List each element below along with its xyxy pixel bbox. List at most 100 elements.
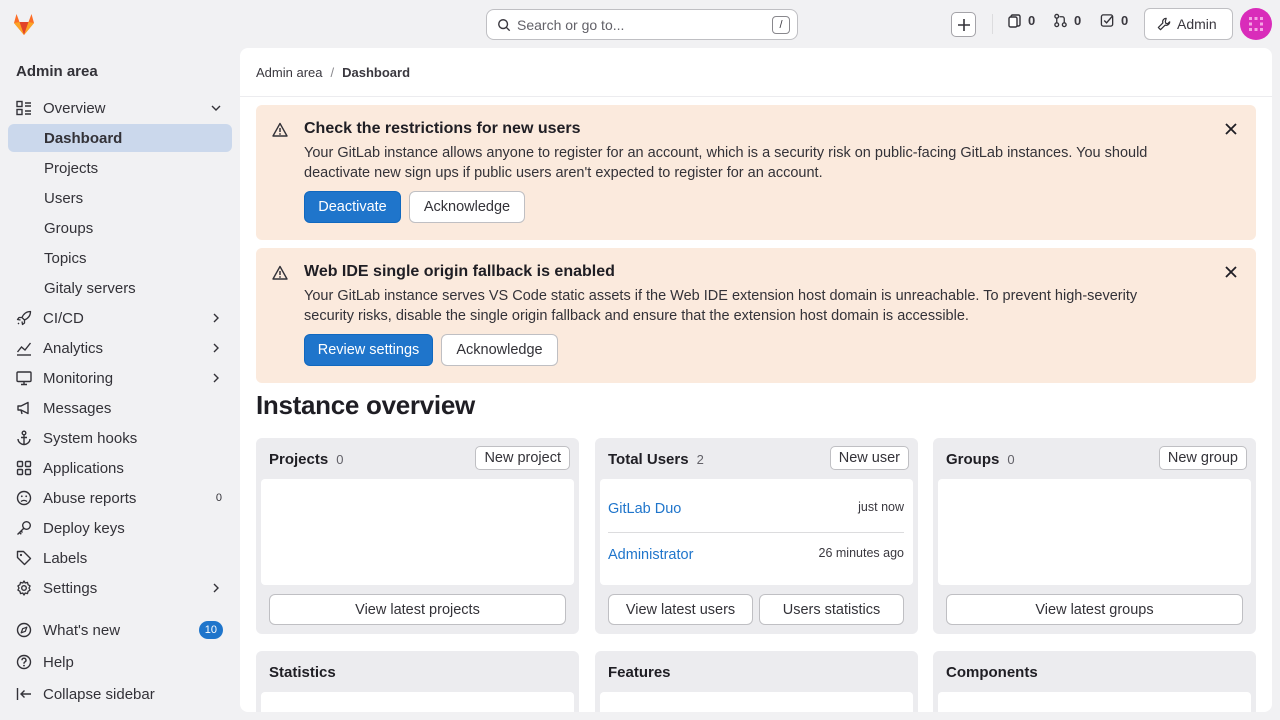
sidebar-item-whats-new[interactable]: What's new 10	[8, 616, 232, 644]
chart-icon	[16, 342, 32, 356]
sidebar-item-help[interactable]: Help	[8, 648, 232, 676]
sidebar-item-users[interactable]: Users	[8, 184, 232, 212]
new-project-button[interactable]: New project	[475, 446, 570, 470]
warning-icon	[272, 265, 288, 280]
user-timestamp: just now	[858, 500, 904, 514]
sidebar-item-label: Messages	[43, 399, 112, 417]
sidebar-item-analytics[interactable]: Analytics	[8, 334, 232, 362]
issues-icon	[1008, 13, 1021, 28]
acknowledge-button[interactable]: Acknowledge	[409, 191, 525, 223]
gitlab-logo-icon[interactable]	[10, 10, 38, 38]
view-latest-users-button[interactable]: View latest users	[608, 594, 753, 625]
create-new-button[interactable]	[951, 12, 976, 37]
sidebar-item-projects[interactable]: Projects	[8, 154, 232, 182]
overview-icon	[16, 100, 31, 116]
todos-counter[interactable]: 0	[1100, 13, 1128, 28]
sidebar-item-label: Monitoring	[43, 369, 114, 387]
admin-button-label: Admin	[1177, 16, 1217, 32]
sidebar-item-label: Help	[43, 653, 74, 671]
sidebar-item-messages[interactable]: Messages	[8, 394, 232, 422]
top-bar: Search or go to... / 0 0 0 Admin	[0, 0, 1280, 48]
sidebar-item-label: Topics	[44, 249, 87, 267]
sidebar-item-label: Analytics	[43, 339, 104, 357]
card-content	[261, 692, 574, 712]
projects-card: Projects 0 New project View latest proje…	[256, 438, 579, 634]
user-avatar[interactable]	[1240, 8, 1272, 40]
chevron-right-icon	[213, 343, 219, 353]
user-name-link[interactable]: GitLab Duo	[608, 501, 681, 517]
wrench-icon	[1157, 17, 1171, 31]
review-settings-button[interactable]: Review settings	[304, 334, 433, 366]
search-input[interactable]: Search or go to... /	[486, 9, 798, 40]
view-latest-groups-button[interactable]: View latest groups	[946, 594, 1243, 625]
merge-request-icon	[1054, 13, 1067, 28]
issues-count: 0	[1028, 13, 1036, 28]
list-item: Administrator 26 minutes ago	[608, 533, 904, 579]
card-content	[938, 692, 1251, 712]
alert-title: Web IDE single origin fallback is enable…	[304, 263, 615, 280]
list-item: GitLab Duo just now	[608, 487, 904, 533]
sidebar-item-deploy-keys[interactable]: Deploy keys	[8, 514, 232, 542]
sidebar-item-groups[interactable]: Groups	[8, 214, 232, 242]
view-latest-projects-button[interactable]: View latest projects	[269, 594, 566, 625]
users-card: Total Users 2 New user GitLab Duo just n…	[595, 438, 918, 634]
breadcrumb-current[interactable]: Dashboard	[342, 65, 410, 80]
merge-requests-counter[interactable]: 0	[1053, 13, 1081, 28]
new-group-button[interactable]: New group	[1158, 446, 1247, 470]
chevron-right-icon	[213, 313, 219, 323]
sidebar-item-label: Collapse sidebar	[43, 685, 155, 703]
new-users-restriction-alert: Check the restrictions for new users You…	[256, 105, 1256, 240]
issues-counter[interactable]: 0	[1008, 13, 1035, 28]
sidebar: Admin area Overview Dashboard Projects U…	[0, 48, 240, 720]
alert-body: Your GitLab instance serves VS Code stat…	[304, 286, 1184, 326]
new-user-button[interactable]: New user	[829, 446, 909, 470]
merge-requests-count: 0	[1074, 13, 1082, 28]
search-shortcut-key: /	[772, 16, 790, 34]
divider	[992, 14, 993, 34]
card-count: 0	[336, 452, 344, 467]
key-icon	[17, 521, 31, 535]
sidebar-item-collapse[interactable]: Collapse sidebar	[8, 680, 232, 708]
card-title: Statistics	[269, 664, 336, 681]
monitor-icon	[16, 371, 32, 386]
label-icon	[16, 550, 32, 566]
users-statistics-button[interactable]: Users statistics	[759, 594, 904, 625]
sidebar-item-label: Users	[44, 189, 84, 207]
todos-count: 0	[1121, 13, 1129, 28]
page-title: Instance overview	[256, 390, 475, 420]
sidebar-item-cicd[interactable]: CI/CD	[8, 304, 232, 332]
sidebar-item-dashboard[interactable]: Dashboard	[8, 124, 232, 152]
admin-button[interactable]: Admin	[1144, 8, 1233, 40]
close-icon[interactable]	[1224, 265, 1238, 279]
breadcrumb-separator: /	[330, 65, 335, 80]
deactivate-button[interactable]: Deactivate	[304, 191, 401, 223]
compass-icon	[16, 622, 32, 638]
chevron-right-icon	[213, 583, 219, 593]
sidebar-item-system-hooks[interactable]: System hooks	[8, 424, 232, 452]
web-ide-fallback-alert: Web IDE single origin fallback is enable…	[256, 248, 1256, 383]
sidebar-item-applications[interactable]: Applications	[8, 454, 232, 482]
sidebar-item-label: CI/CD	[43, 309, 84, 327]
megaphone-icon	[17, 401, 29, 415]
acknowledge-button[interactable]: Acknowledge	[441, 334, 558, 366]
sad-face-icon	[16, 490, 32, 506]
sidebar-item-topics[interactable]: Topics	[8, 244, 232, 272]
sidebar-item-label: Projects	[44, 159, 99, 177]
breadcrumb-root[interactable]: Admin area	[256, 65, 322, 80]
sidebar-item-overview[interactable]: Overview	[8, 94, 232, 122]
sidebar-item-labels[interactable]: Labels	[8, 544, 232, 572]
sidebar-item-settings[interactable]: Settings	[8, 574, 232, 602]
sidebar-item-label: Dashboard	[44, 129, 123, 147]
close-icon[interactable]	[1224, 122, 1238, 136]
collapse-left-icon	[16, 688, 31, 700]
card-title: Projects	[269, 451, 329, 468]
sidebar-item-gitaly-servers[interactable]: Gitaly servers	[8, 274, 232, 302]
alert-body: Your GitLab instance allows anyone to re…	[304, 143, 1184, 183]
sidebar-item-abuse-reports[interactable]: Abuse reports 0	[8, 484, 232, 512]
sidebar-item-monitoring[interactable]: Monitoring	[8, 364, 232, 392]
sidebar-item-label: Groups	[44, 219, 94, 237]
card-count: 0	[1007, 452, 1015, 467]
card-header: Features	[608, 664, 671, 681]
user-name-link[interactable]: Administrator	[608, 547, 693, 563]
sidebar-item-label: System hooks	[43, 429, 138, 447]
